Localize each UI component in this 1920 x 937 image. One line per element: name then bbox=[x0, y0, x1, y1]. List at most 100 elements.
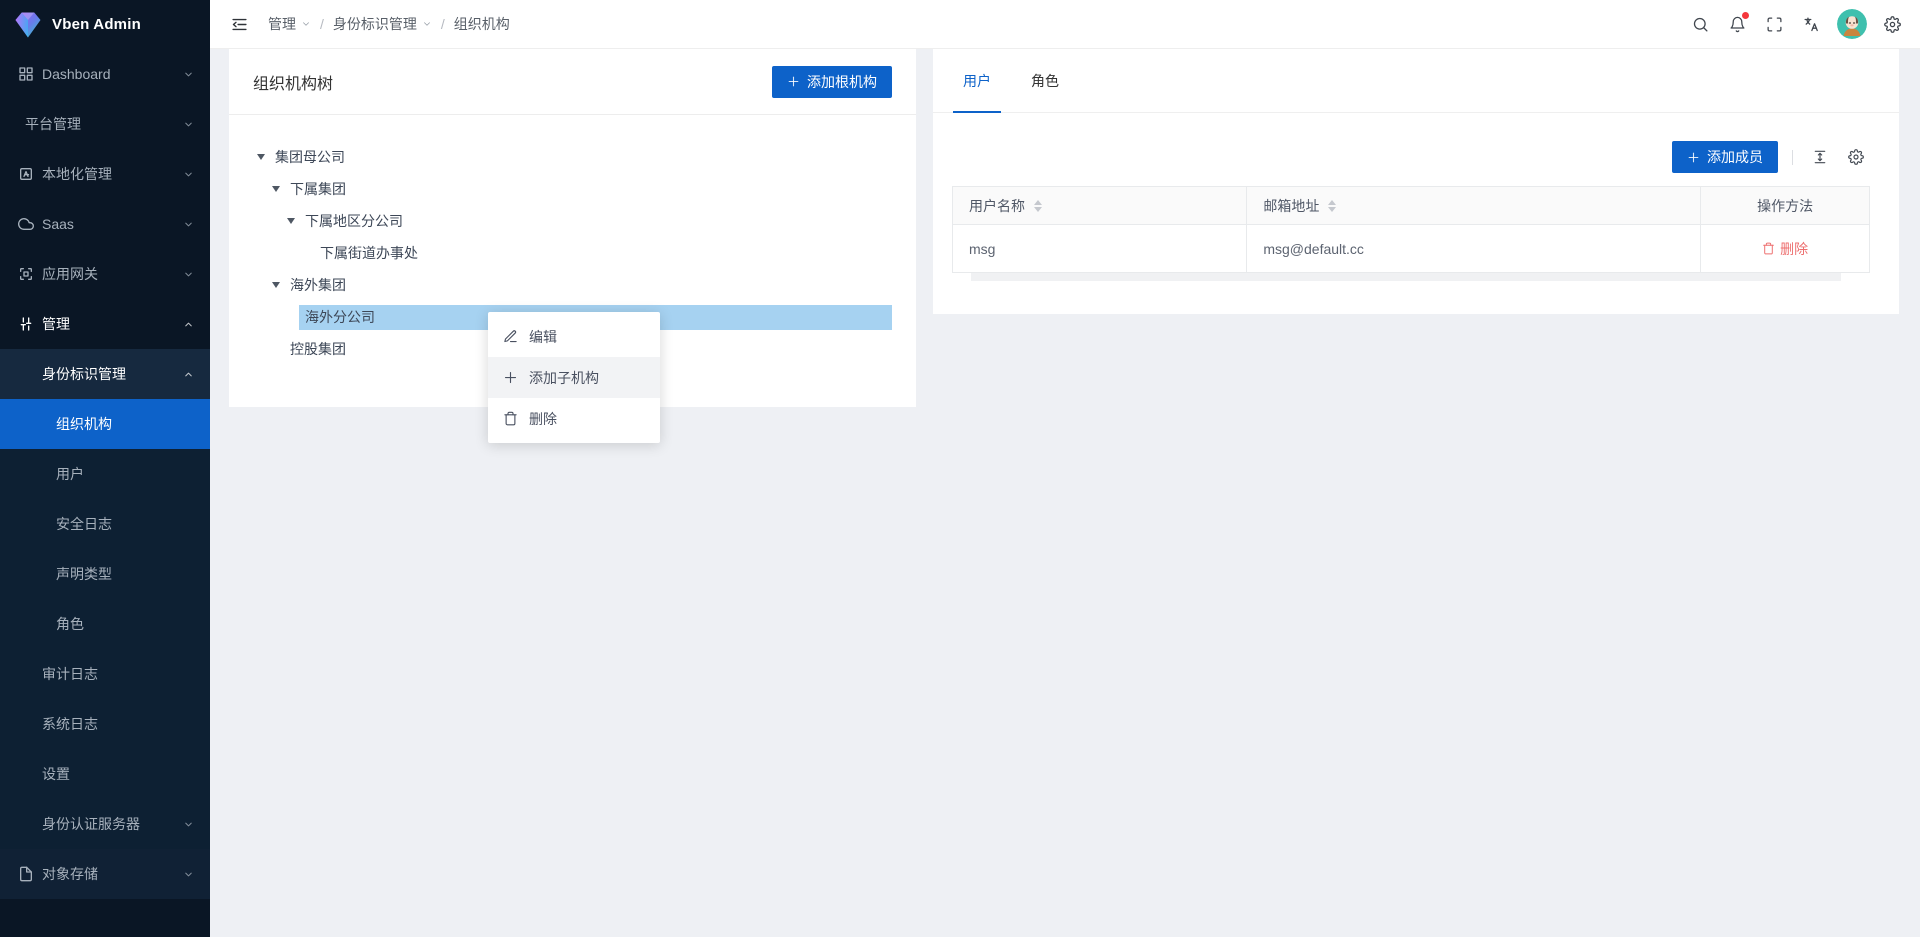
avatar[interactable] bbox=[1837, 9, 1867, 39]
sidebar-item-dashboard[interactable]: Dashboard bbox=[0, 49, 210, 99]
chevron-up-icon bbox=[183, 319, 194, 330]
sidebar-item-saas[interactable]: Saas bbox=[0, 199, 210, 249]
delete-member-button[interactable]: 删除 bbox=[1762, 239, 1808, 259]
sidebar-item-security-logs[interactable]: 安全日志 bbox=[0, 499, 210, 549]
tree-node: 海外集团 bbox=[253, 269, 892, 301]
grid-icon bbox=[18, 66, 34, 82]
cell-actions: 删除 bbox=[1701, 225, 1870, 273]
app-root: Vben Admin Dashboard 平台管理 本地化管理 Saas bbox=[0, 0, 1920, 937]
main-area: 管理 / 身份标识管理 / 组织机构 bbox=[210, 0, 1920, 937]
org-tree-card-header: 组织机构树 添加根机构 bbox=[229, 49, 916, 115]
fullscreen-icon[interactable] bbox=[1757, 7, 1792, 42]
file-icon bbox=[18, 866, 34, 882]
column-height-icon[interactable] bbox=[1807, 144, 1833, 170]
locale-icon bbox=[18, 166, 34, 182]
table-row: msg msg@default.cc 删除 bbox=[953, 225, 1870, 273]
sidebar-item-audit-logs[interactable]: 审计日志 bbox=[0, 649, 210, 699]
sidebar-item-label: 用户 bbox=[56, 464, 84, 484]
translate-icon[interactable] bbox=[1794, 7, 1829, 42]
tree-node: 集团母公司 bbox=[253, 141, 892, 173]
table-toolbar: 添加成员 bbox=[933, 113, 1899, 186]
breadcrumb-item-organizations[interactable]: 组织机构 bbox=[454, 14, 510, 34]
sidebar-item-label: 声明类型 bbox=[56, 564, 112, 584]
sidebar-item-system-logs[interactable]: 系统日志 bbox=[0, 699, 210, 749]
tree-context-menu: 编辑 添加子机构 删除 bbox=[488, 312, 660, 443]
logo-icon bbox=[13, 10, 43, 40]
trash-icon bbox=[1762, 242, 1775, 255]
add-member-button[interactable]: 添加成员 bbox=[1672, 141, 1778, 173]
search-icon[interactable] bbox=[1683, 7, 1718, 42]
sidebar-item-label: 身份认证服务器 bbox=[42, 814, 140, 834]
tab-roles[interactable]: 角色 bbox=[1021, 49, 1069, 112]
tree-caret-icon[interactable] bbox=[253, 145, 269, 169]
sidebar-item-settings[interactable]: 设置 bbox=[0, 749, 210, 799]
add-root-org-button[interactable]: 添加根机构 bbox=[772, 66, 892, 98]
sidebar-item-label: 对象存储 bbox=[42, 864, 98, 884]
sidebar-item-management[interactable]: 管理 bbox=[0, 299, 210, 349]
tabs: 用户 角色 bbox=[933, 49, 1899, 113]
sidebar-item-label: 平台管理 bbox=[25, 114, 81, 134]
tree-caret-icon[interactable] bbox=[268, 273, 284, 297]
sidebar-item-claim-types[interactable]: 声明类型 bbox=[0, 549, 210, 599]
sidebar-item-label: 应用网关 bbox=[42, 264, 98, 284]
toolbar-divider bbox=[1792, 150, 1793, 165]
cloud-icon bbox=[18, 216, 34, 232]
tree-node: 下属集团 bbox=[253, 173, 892, 205]
sidebar-item-identity-management[interactable]: 身份标识管理 bbox=[0, 349, 210, 399]
bell-icon[interactable] bbox=[1720, 7, 1755, 42]
tree-caret-icon[interactable] bbox=[268, 177, 284, 201]
sidebar-menu: Dashboard 平台管理 本地化管理 Saas 应用网关 bbox=[0, 49, 210, 937]
plus-icon bbox=[1687, 151, 1700, 164]
sidebar-item-platform[interactable]: 平台管理 bbox=[0, 99, 210, 149]
sidebar-item-users[interactable]: 用户 bbox=[0, 449, 210, 499]
sidebar-item-localization[interactable]: 本地化管理 bbox=[0, 149, 210, 199]
sort-icon[interactable] bbox=[1328, 200, 1336, 212]
logo[interactable]: Vben Admin bbox=[0, 0, 210, 49]
plus-icon bbox=[503, 370, 518, 385]
column-header-email[interactable]: 邮箱地址 bbox=[1247, 187, 1701, 225]
chevron-down-icon bbox=[183, 169, 194, 180]
app-title: Vben Admin bbox=[52, 16, 141, 33]
sidebar-item-label: Dashboard bbox=[42, 66, 111, 82]
cell-username: msg bbox=[953, 225, 1247, 273]
page-title: 组织机构树 bbox=[253, 70, 333, 94]
tree-node: 下属街道办事处 bbox=[253, 237, 892, 269]
menu-fold-icon[interactable] bbox=[222, 7, 256, 41]
table-scrollbar-track bbox=[971, 273, 1841, 281]
sidebar-item-label: 管理 bbox=[42, 314, 70, 334]
gear-icon[interactable] bbox=[1875, 7, 1910, 42]
table-header-row: 用户名称 邮箱地址 bbox=[953, 187, 1870, 225]
context-menu-item-delete[interactable]: 删除 bbox=[488, 398, 660, 439]
sidebar-item-organizations[interactable]: 组织机构 bbox=[0, 399, 210, 449]
chevron-down-icon bbox=[183, 269, 194, 280]
sidebar-item-label: 安全日志 bbox=[56, 514, 112, 534]
sidebar-item-label: Saas bbox=[42, 216, 74, 232]
sidebar: Vben Admin Dashboard 平台管理 本地化管理 Saas bbox=[0, 0, 210, 937]
content: 组织机构树 添加根机构 集团母公司 下属集团 bbox=[210, 49, 1920, 937]
tree-caret-icon[interactable] bbox=[283, 209, 299, 233]
column-header-username[interactable]: 用户名称 bbox=[953, 187, 1247, 225]
plus-icon bbox=[787, 75, 800, 88]
context-menu-item-add-child[interactable]: 添加子机构 bbox=[488, 357, 660, 398]
sidebar-item-identity-server[interactable]: 身份认证服务器 bbox=[0, 799, 210, 849]
topbar: 管理 / 身份标识管理 / 组织机构 bbox=[210, 0, 1920, 49]
sidebar-item-object-storage[interactable]: 对象存储 bbox=[0, 849, 210, 899]
chevron-down-icon bbox=[301, 19, 311, 29]
chevron-up-icon bbox=[183, 369, 194, 380]
table-settings-gear-icon[interactable] bbox=[1843, 144, 1869, 170]
sidebar-item-label: 角色 bbox=[56, 614, 84, 634]
tab-users[interactable]: 用户 bbox=[953, 49, 1001, 112]
sidebar-item-label: 审计日志 bbox=[42, 664, 98, 684]
tree-node: 下属地区分公司 bbox=[253, 205, 892, 237]
chevron-down-icon bbox=[422, 19, 432, 29]
sidebar-item-gateway[interactable]: 应用网关 bbox=[0, 249, 210, 299]
topbar-actions bbox=[1683, 7, 1910, 42]
breadcrumb-item-identity-management[interactable]: 身份标识管理 bbox=[333, 14, 432, 34]
cell-email: msg@default.cc bbox=[1247, 225, 1701, 273]
breadcrumb-item-management[interactable]: 管理 bbox=[268, 14, 311, 34]
notification-badge bbox=[1742, 12, 1749, 19]
sort-icon[interactable] bbox=[1034, 200, 1042, 212]
sidebar-item-roles[interactable]: 角色 bbox=[0, 599, 210, 649]
context-menu-item-edit[interactable]: 编辑 bbox=[488, 316, 660, 357]
chevron-down-icon bbox=[183, 219, 194, 230]
